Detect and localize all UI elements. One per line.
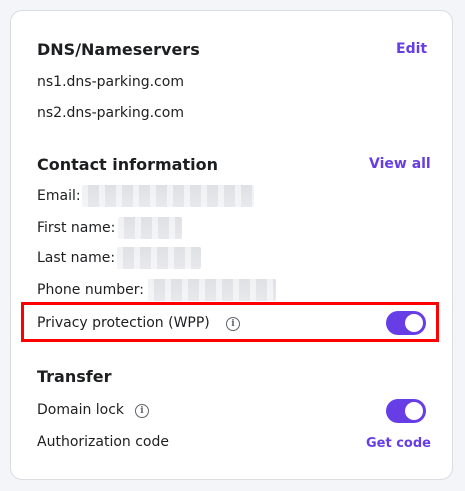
dns-section-title: DNS/Nameservers xyxy=(37,40,200,59)
domain-lock-toggle[interactable] xyxy=(386,399,426,423)
domain-lock-label: Domain lock xyxy=(37,402,125,418)
last-name-value-redacted xyxy=(117,247,201,269)
first-name-value-redacted xyxy=(118,217,182,239)
privacy-protection-label: Privacy protection (WPP) xyxy=(37,315,210,331)
toggle-knob xyxy=(405,402,423,420)
email-value-redacted xyxy=(82,185,254,207)
get-code-link[interactable]: Get code xyxy=(366,436,431,451)
first-name-label: First name: xyxy=(37,220,116,236)
last-name-label: Last name: xyxy=(37,250,116,266)
phone-number-label: Phone number: xyxy=(37,282,144,298)
phone-number-value-redacted xyxy=(148,279,276,301)
toggle-knob xyxy=(405,314,423,332)
transfer-section-title: Transfer xyxy=(37,367,112,386)
authorization-code-label: Authorization code xyxy=(37,434,169,450)
privacy-protection-toggle[interactable] xyxy=(386,311,426,335)
nameserver-2: ns2.dns-parking.com xyxy=(37,105,184,121)
contact-section-title: Contact information xyxy=(37,155,218,174)
nameserver-1: ns1.dns-parking.com xyxy=(37,74,184,90)
email-label: Email: xyxy=(37,188,81,204)
dns-edit-link[interactable]: Edit xyxy=(396,41,427,57)
contact-view-all-link[interactable]: View all xyxy=(369,156,431,172)
domain-lock-info-icon[interactable]: i xyxy=(135,404,149,418)
privacy-info-icon[interactable]: i xyxy=(226,317,240,331)
